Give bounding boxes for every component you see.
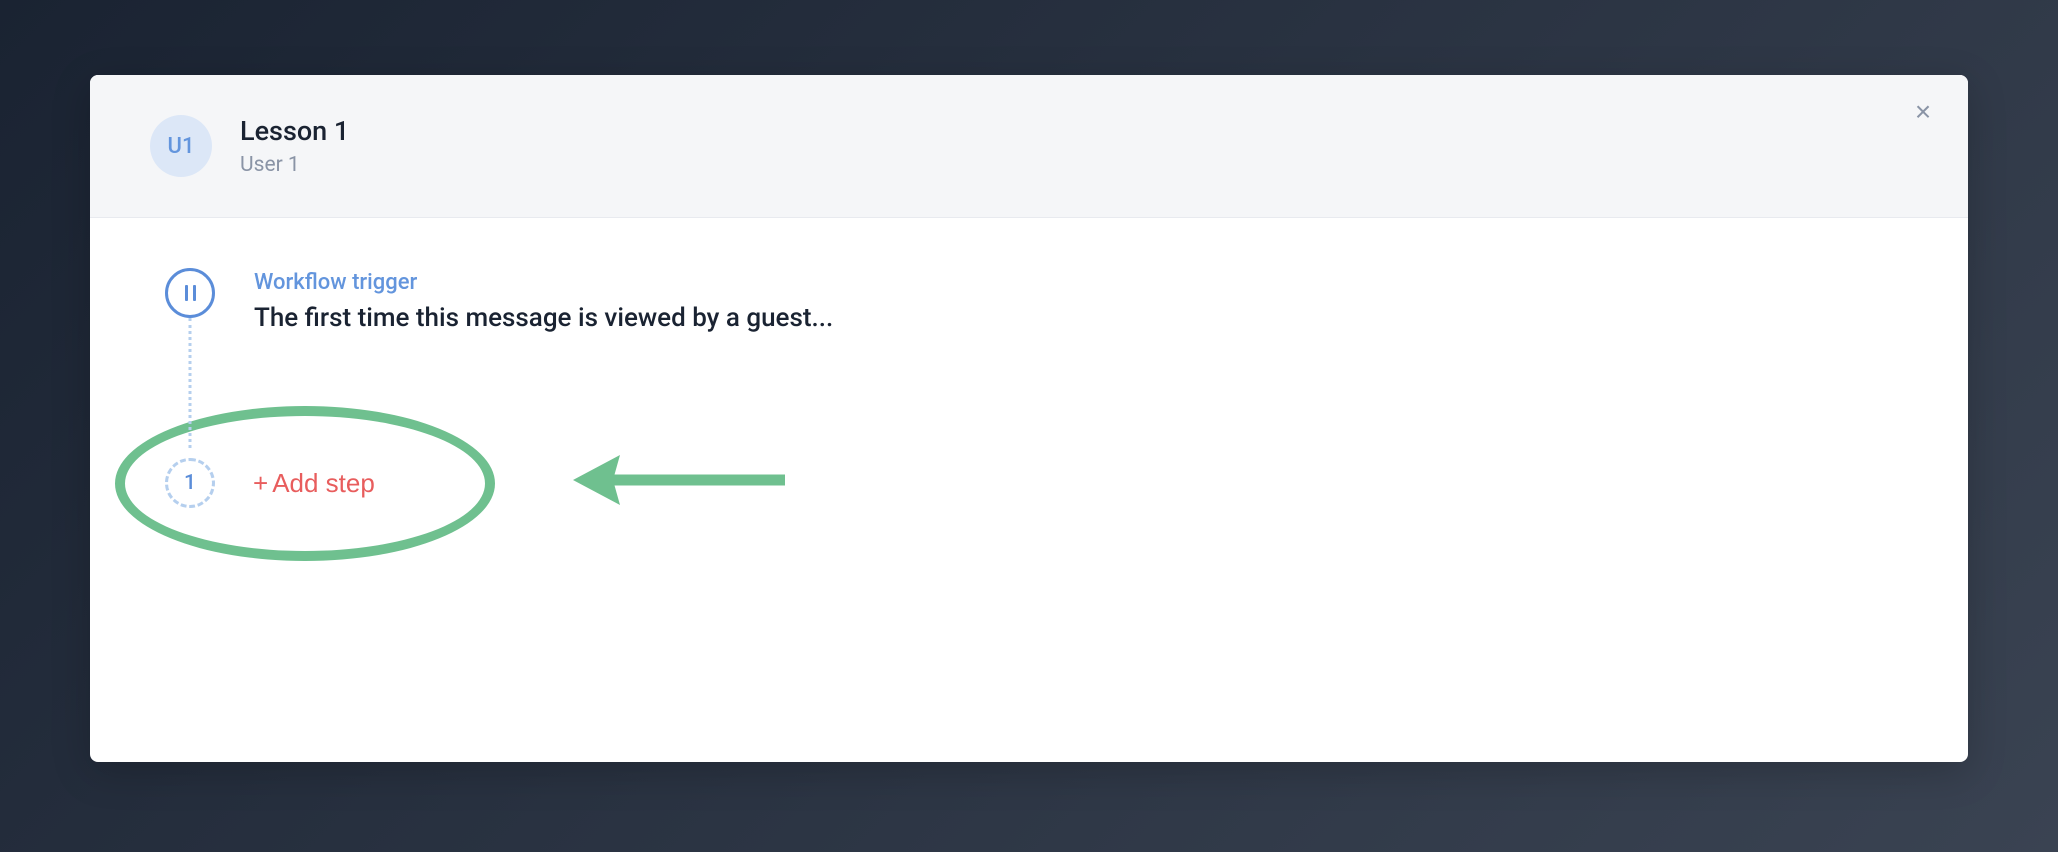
avatar-initials: U1 (168, 134, 195, 159)
trigger-marker (165, 268, 215, 318)
trigger-content: Workflow trigger The first time this mes… (230, 268, 1908, 333)
close-icon: × (1915, 96, 1931, 128)
step-number: 1 (184, 471, 196, 495)
trigger-label: Workflow trigger (254, 270, 1908, 295)
lesson-title: Lesson 1 (240, 115, 349, 147)
add-step-button[interactable]: + Add step (253, 468, 375, 499)
add-step-row: 1 + Add step (150, 458, 1908, 508)
user-name: User 1 (240, 153, 349, 177)
user-avatar: U1 (150, 115, 212, 177)
modal-header: U1 Lesson 1 User 1 × (90, 75, 1968, 218)
workflow-modal: U1 Lesson 1 User 1 × Workflow trig (90, 75, 1968, 762)
close-button[interactable]: × (1908, 97, 1938, 127)
modal-body: Workflow trigger The first time this mes… (90, 218, 1968, 558)
plus-icon: + (253, 468, 268, 499)
header-text-block: Lesson 1 User 1 (240, 115, 349, 177)
add-step-label: Add step (272, 468, 375, 499)
pause-icon (185, 285, 196, 301)
trigger-description: The first time this message is viewed by… (254, 303, 1908, 333)
step-number-marker: 1 (165, 458, 215, 508)
annotation-arrow-icon (565, 443, 790, 518)
connector-line (189, 318, 192, 448)
step-marker-column (150, 268, 230, 318)
workflow-trigger-row[interactable]: Workflow trigger The first time this mes… (150, 268, 1908, 333)
